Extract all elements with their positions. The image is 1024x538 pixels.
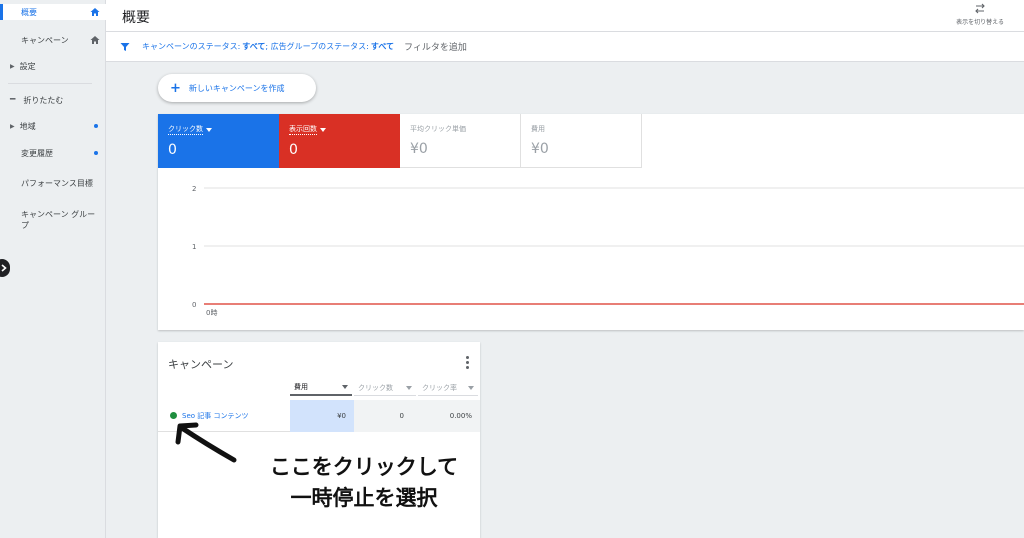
sidebar-item-label: キャンペーン グループ bbox=[21, 210, 96, 230]
sidebar-item-performance-goals[interactable]: パフォーマンス目標 bbox=[0, 171, 106, 195]
column-header-label: 費用 bbox=[294, 383, 308, 391]
sidebar-item-label: 折りたたむ bbox=[23, 95, 64, 105]
notification-dot bbox=[94, 124, 98, 128]
sidebar-item-locations[interactable]: ▶ 地域 bbox=[0, 119, 106, 133]
sidebar-item-settings[interactable]: ▶ 設定 bbox=[0, 59, 106, 73]
add-filter-button[interactable]: フィルタを追加 bbox=[404, 40, 467, 53]
new-campaign-label: 新しいキャンペーンを作成 bbox=[188, 83, 285, 93]
metric-cost-label: 費用 bbox=[531, 125, 545, 133]
campaigns-card-title: キャンペーン bbox=[168, 358, 234, 371]
adgroup-status-filter-label[interactable]: ; 広告グループのステータス: bbox=[265, 41, 368, 52]
metric-avg-cpc[interactable]: 平均クリック単価 ¥0 bbox=[400, 114, 521, 168]
y-tick-label: 1 bbox=[192, 243, 196, 251]
metric-cost[interactable]: 費用 ¥0 bbox=[521, 114, 642, 168]
column-header-label: クリック率 bbox=[422, 383, 457, 392]
sidebar-item-label: 設定 bbox=[19, 61, 36, 71]
filter-bar: キャンペーンのステータス: すべて ; 広告グループのステータス: すべて フィ… bbox=[106, 32, 1024, 62]
dropdown-arrow-icon bbox=[468, 385, 474, 390]
metric-clicks-value: 0 bbox=[168, 142, 177, 158]
cell-clicks: 0 bbox=[354, 400, 412, 432]
column-header-clicks[interactable]: クリック数 bbox=[354, 380, 416, 396]
performance-chart-card: クリック数 0 表示回数 0 平均クリック単価 ¥0 費用 ¥0 2 1 0 0時 bbox=[158, 114, 1024, 330]
annotation-line-1: ここをクリックして bbox=[269, 455, 459, 479]
column-header-cost[interactable]: 費用 bbox=[290, 380, 352, 396]
swap-icon bbox=[975, 3, 985, 14]
cell-ctr: 0.00% bbox=[412, 400, 480, 432]
line-chart: 2 1 0 0時 bbox=[192, 185, 1024, 317]
home-icon bbox=[90, 8, 100, 16]
new-campaign-button[interactable]: + 新しいキャンペーンを作成 bbox=[158, 74, 316, 102]
sidebar-divider bbox=[8, 83, 92, 84]
metric-cost-value: ¥0 bbox=[531, 141, 549, 157]
sidebar-item-campaign-groups[interactable]: キャンペーン グループ bbox=[0, 208, 106, 232]
column-header-label: クリック数 bbox=[358, 383, 393, 392]
y-tick-label: 0 bbox=[192, 301, 196, 309]
sidebar-item-overview[interactable]: 概要 bbox=[0, 4, 106, 20]
metric-avg-cpc-label: 平均クリック単価 bbox=[410, 125, 466, 133]
minus-icon: ━ bbox=[10, 95, 16, 105]
metric-clicks[interactable]: クリック数 0 bbox=[158, 114, 279, 168]
campaign-status-filter-value[interactable]: すべて bbox=[242, 41, 265, 52]
filter-icon[interactable] bbox=[120, 42, 130, 52]
metric-impressions-label: 表示回数 bbox=[289, 125, 317, 135]
metric-impressions-value: 0 bbox=[289, 142, 298, 158]
sidebar-item-change-history[interactable]: 変更履歴 bbox=[0, 146, 106, 160]
annotation-line-2: 一時停止を選択 bbox=[290, 486, 438, 510]
annotation-text: ここをクリックして 一時停止を選択 bbox=[244, 452, 484, 514]
sidebar-item-label: キャンペーン bbox=[21, 35, 69, 45]
sidebar-item-label: パフォーマンス目標 bbox=[21, 178, 93, 188]
sidebar: 概要 キャンペーン ▶ 設定 ━ 折りたたむ ▶ 地域 変更履歴 パフォーマンス… bbox=[0, 0, 106, 538]
sidebar-item-label: 地域 bbox=[19, 121, 36, 131]
toggle-view-button[interactable]: 表示を切り替える bbox=[956, 3, 1004, 26]
adgroup-status-filter-value[interactable]: すべて bbox=[371, 41, 394, 52]
page-title: 概要 bbox=[122, 10, 150, 26]
notification-dot bbox=[94, 151, 98, 155]
caret-right-icon: ▶ bbox=[10, 122, 15, 130]
metric-avg-cpc-value: ¥0 bbox=[410, 141, 428, 157]
toggle-view-label: 表示を切り替える bbox=[956, 19, 1004, 26]
dropdown-arrow-icon bbox=[206, 127, 212, 132]
home-icon bbox=[90, 36, 100, 44]
plus-icon: + bbox=[170, 80, 181, 96]
y-tick-label: 2 bbox=[192, 185, 196, 193]
sidebar-item-collapse[interactable]: ━ 折りたたむ bbox=[0, 93, 106, 107]
campaign-status-filter-label[interactable]: キャンペーンのステータス: bbox=[142, 41, 240, 52]
page-header: 概要 表示を切り替える bbox=[106, 0, 1024, 32]
sidebar-item-label: 変更履歴 bbox=[21, 148, 53, 158]
annotation-arrow-icon bbox=[175, 422, 237, 463]
more-options-icon[interactable] bbox=[466, 356, 470, 371]
caret-right-icon: ▶ bbox=[10, 62, 15, 70]
metric-clicks-label: クリック数 bbox=[168, 125, 203, 135]
x-tick-label: 0時 bbox=[206, 309, 217, 317]
cell-cost: ¥0 bbox=[290, 400, 354, 432]
sidebar-item-label: 概要 bbox=[21, 7, 37, 17]
dropdown-arrow-icon bbox=[342, 385, 348, 389]
metric-impressions[interactable]: 表示回数 0 bbox=[279, 114, 400, 168]
sidebar-item-campaigns[interactable]: キャンペーン bbox=[0, 33, 106, 47]
dropdown-arrow-icon bbox=[320, 127, 326, 132]
dropdown-arrow-icon bbox=[406, 385, 412, 390]
chevron-right-icon bbox=[1, 264, 7, 272]
column-header-ctr[interactable]: クリック率 bbox=[418, 380, 478, 396]
sidebar-expand-button[interactable] bbox=[0, 259, 10, 277]
